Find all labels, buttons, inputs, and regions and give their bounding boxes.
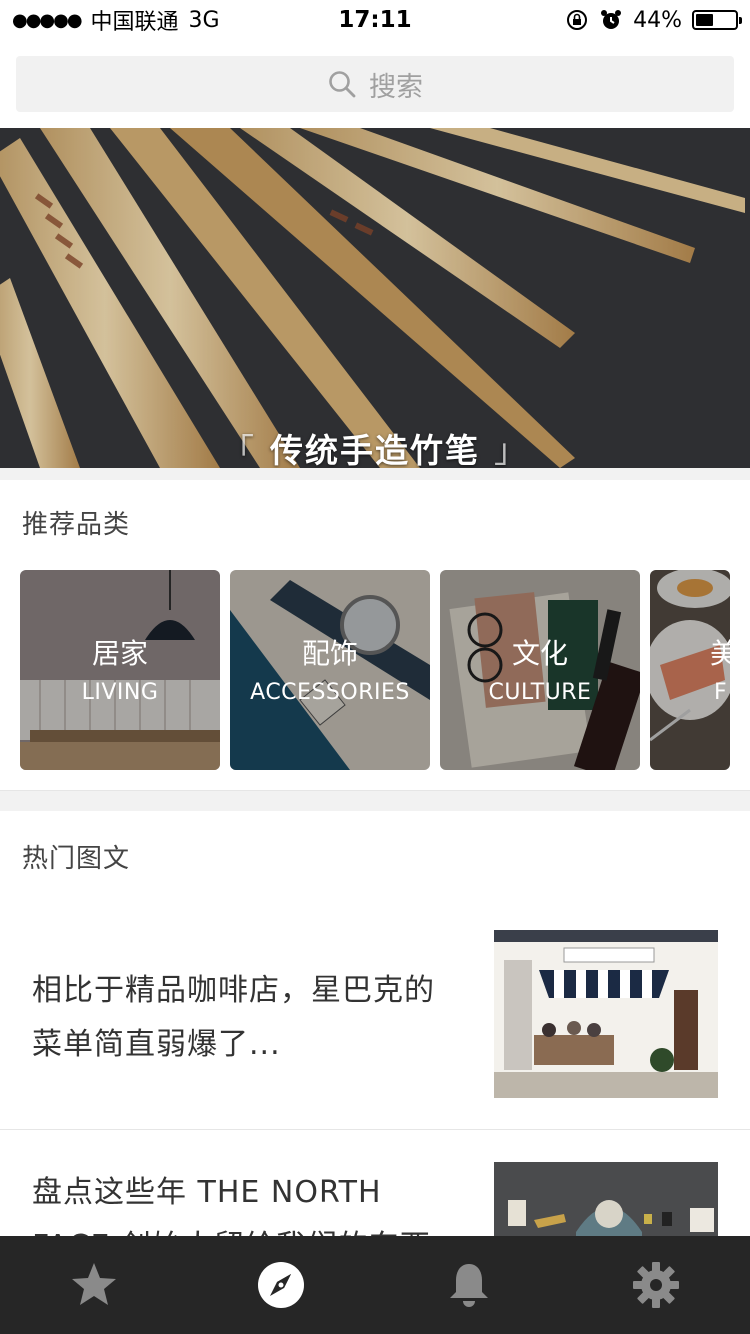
banner-title: 传统手造竹笔 xyxy=(270,431,480,468)
categories-heading: 推荐品类 xyxy=(22,510,131,540)
banner-open-bracket: 「 xyxy=(221,431,256,468)
article-thumbnail xyxy=(494,930,718,1098)
category-card-food[interactable]: 美 F xyxy=(650,570,730,770)
category-name-en: LIVING xyxy=(81,680,159,705)
search-placeholder: 搜索 xyxy=(369,71,423,103)
tab-bar xyxy=(0,1236,750,1334)
featured-banner[interactable]: 「传统手造竹笔」 xyxy=(0,128,750,468)
category-name-en: ACCESSORIES xyxy=(250,680,410,705)
star-icon xyxy=(71,1263,116,1305)
rotation-lock-icon xyxy=(567,10,588,30)
tab-favorites[interactable] xyxy=(44,1236,144,1334)
cafe-image xyxy=(494,930,718,1098)
search-icon xyxy=(329,71,356,98)
category-card-accessories[interactable]: 配饰 ACCESSORIES xyxy=(230,570,430,770)
article-title: 相比于精品咖啡店，星巴克的菜单简直弱爆了... xyxy=(32,973,435,1062)
category-name-cn: 居家 xyxy=(91,637,148,670)
category-name-cn: 文化 xyxy=(511,637,568,670)
network-type: 3G xyxy=(188,7,220,33)
category-name-en: CULTURE xyxy=(488,680,592,705)
banner-close-bracket: 」 xyxy=(494,431,529,468)
compass-icon xyxy=(258,1262,305,1308)
tab-notifications[interactable] xyxy=(419,1236,519,1334)
banner-image xyxy=(0,128,750,468)
search-bar[interactable]: 搜索 xyxy=(16,56,734,112)
section-divider xyxy=(0,790,750,811)
battery-icon xyxy=(692,10,742,30)
tab-settings[interactable] xyxy=(606,1236,706,1334)
category-card-living[interactable]: 居家 LIVING xyxy=(20,570,220,770)
tab-discover[interactable] xyxy=(231,1236,331,1334)
status-bar: ●●●●● 中国联通 3G 17:11 44% xyxy=(0,0,750,40)
alarm-icon xyxy=(601,10,622,29)
signal-strength-icon: ●●●●● xyxy=(12,9,83,31)
articles-heading: 热门图文 xyxy=(22,844,131,874)
battery-level xyxy=(696,14,713,26)
article-item[interactable]: 相比于精品咖啡店，星巴克的菜单简直弱爆了... xyxy=(0,930,750,1098)
status-right: 44% xyxy=(565,7,742,33)
category-card-culture[interactable]: 文化 CULTURE xyxy=(440,570,640,770)
battery-percent: 44% xyxy=(633,7,682,33)
category-name-cn: 配饰 xyxy=(301,637,358,670)
bell-icon xyxy=(449,1264,488,1307)
status-left: ●●●●● 中国联通 3G xyxy=(12,4,220,36)
banner-title-row: 「传统手造竹笔」 xyxy=(0,424,750,468)
section-divider xyxy=(0,468,750,480)
list-divider xyxy=(0,1129,750,1130)
carrier-name: 中国联通 xyxy=(90,10,179,35)
category-name-cn: 美 xyxy=(710,637,730,670)
gear-icon xyxy=(633,1262,680,1308)
category-name-en: F xyxy=(714,680,728,705)
category-carousel[interactable]: 居家 LIVING 配饰 ACCESSORIES 文化 CULTURE 美 F xyxy=(20,570,750,770)
